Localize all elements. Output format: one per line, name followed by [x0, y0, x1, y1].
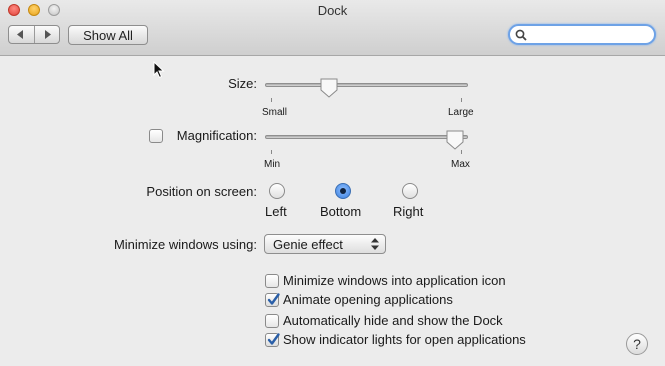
help-button[interactable]: ?: [626, 333, 648, 355]
chevron-left-icon: [17, 30, 24, 39]
magnification-max-tick: [461, 150, 462, 154]
window-title: Dock: [317, 3, 348, 18]
autohide-dock-label: Automatically hide and show the Dock: [283, 313, 503, 328]
size-slider-track[interactable]: [265, 83, 468, 87]
magnification-min-label: Min: [264, 159, 281, 170]
size-max-tick: [461, 98, 462, 102]
show-all-button[interactable]: Show All: [68, 25, 148, 45]
size-min-tick: [271, 98, 272, 102]
size-min-label: Small: [262, 107, 288, 118]
minimize-effect-label: Minimize windows using:: [113, 237, 257, 252]
position-bottom-label: Bottom: [320, 204, 362, 219]
indicator-lights-label: Show indicator lights for open applicati…: [283, 332, 526, 347]
magnification-min-tick: [271, 150, 272, 154]
size-slider-thumb[interactable]: [320, 78, 338, 98]
chevron-right-icon: [44, 30, 51, 39]
toolbar: Dock Show All: [0, 0, 665, 56]
radio-dot-icon: [340, 188, 346, 194]
back-button[interactable]: [9, 26, 35, 43]
magnification-slider-track[interactable]: [265, 135, 468, 139]
search-icon: [515, 29, 527, 41]
position-label: Position on screen:: [146, 184, 257, 199]
forward-button[interactable]: [35, 26, 60, 43]
position-bottom-radio[interactable]: [335, 183, 351, 199]
checkmark-icon: [267, 293, 280, 305]
position-right-radio[interactable]: [402, 183, 418, 199]
size-label: Size:: [228, 76, 257, 91]
animate-opening-checkbox[interactable]: [265, 293, 280, 307]
animate-opening-label: Animate opening applications: [283, 292, 453, 307]
minimize-effect-value: Genie effect: [273, 237, 343, 252]
position-left-label: Left: [265, 204, 287, 219]
search-field[interactable]: [508, 24, 656, 45]
size-max-label: Large: [448, 107, 474, 118]
minimize-into-icon-checkbox[interactable]: [265, 274, 279, 288]
autohide-dock-checkbox[interactable]: [265, 314, 279, 328]
help-question-icon: ?: [633, 336, 641, 352]
minimize-into-icon-label: Minimize windows into application icon: [283, 273, 506, 288]
magnification-slider-thumb[interactable]: [446, 130, 464, 150]
popup-arrows-icon: [371, 238, 379, 250]
position-left-radio[interactable]: [269, 183, 285, 199]
minimize-effect-popup[interactable]: Genie effect: [264, 234, 386, 254]
position-right-label: Right: [393, 204, 424, 219]
magnification-max-label: Max: [451, 159, 470, 170]
checkmark-icon: [267, 333, 280, 345]
search-input[interactable]: [532, 27, 654, 44]
back-forward-control: [8, 25, 60, 44]
indicator-lights-checkbox[interactable]: [265, 333, 280, 347]
magnification-label: Magnification:: [176, 128, 257, 143]
dock-preferences-window: Dock Show All Size: Small Large Magnific…: [0, 0, 665, 366]
